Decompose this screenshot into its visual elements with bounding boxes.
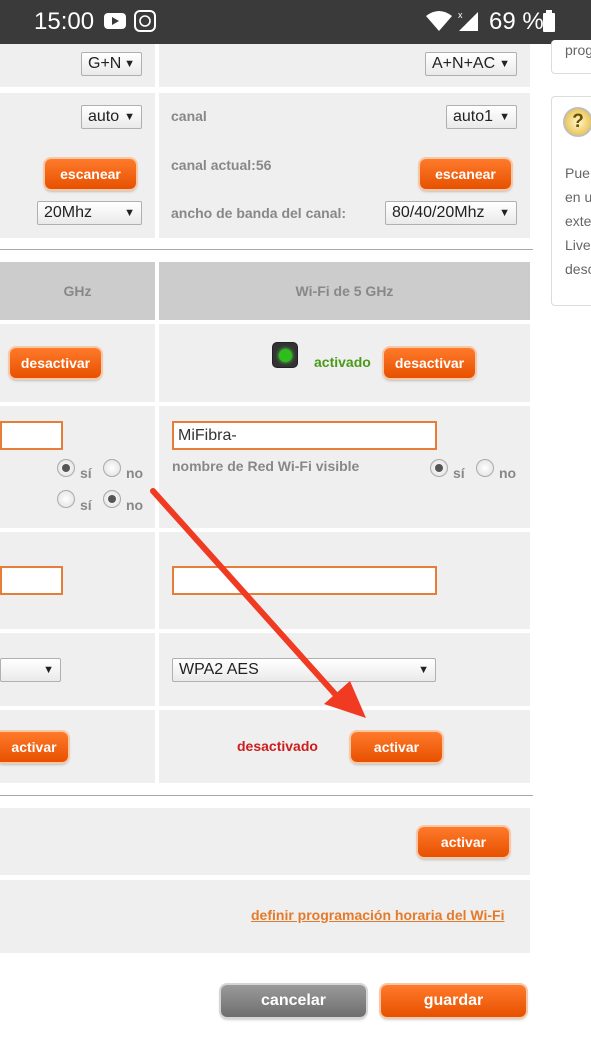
dropdown-arrow-icon: ▼ xyxy=(418,664,429,676)
no-label: no xyxy=(499,465,517,481)
bandwidth-24-select[interactable]: 20Mhz ▼ xyxy=(37,201,142,225)
section-divider xyxy=(0,249,533,250)
battery-percent: 69 % xyxy=(489,8,544,35)
no-label: no xyxy=(126,497,144,513)
bandwidth-5-value: 80/40/20Mhz xyxy=(392,204,485,221)
help-panel: ? Pue en u exte Live desc xyxy=(551,96,591,306)
header-24ghz: GHz xyxy=(0,262,155,320)
dropdown-arrow-icon: ▼ xyxy=(124,111,135,123)
visible-24-no-radio[interactable] xyxy=(103,459,121,477)
dropdown-arrow-icon: ▼ xyxy=(124,58,135,70)
scan-5-button[interactable]: escanear xyxy=(420,159,511,189)
help-text-line: desc xyxy=(565,261,591,277)
dropdown-arrow-icon: ▼ xyxy=(499,207,510,219)
password-5-input[interactable] xyxy=(172,566,437,595)
activate-5-button[interactable]: activar xyxy=(351,732,442,762)
visible-24-yes-radio[interactable] xyxy=(57,459,75,477)
status-bar: 15:00 x 69 % xyxy=(0,0,591,44)
mode-24-value: G+N xyxy=(88,55,122,72)
header-24ghz-label: GHz xyxy=(63,283,92,299)
channel-24-select[interactable]: auto ▼ xyxy=(81,105,142,129)
bandwidth-label: ancho de banda del canal: xyxy=(171,205,347,221)
current-channel-label: canal actual:56 xyxy=(171,157,272,173)
section-divider xyxy=(0,795,533,796)
wps-5-status: desactivado xyxy=(237,738,318,754)
youtube-icon xyxy=(104,13,126,29)
cancel-button[interactable]: cancelar xyxy=(221,985,366,1017)
bandwidth-24-value: 20Mhz xyxy=(44,204,93,221)
visible-5-no-radio[interactable] xyxy=(476,459,494,477)
wifi-icon xyxy=(426,11,452,31)
router-wifi-settings-page: G+N ▼ A+N+AC ▼ auto ▼ canal auto1 ▼ escanear… xyxy=(0,40,591,1060)
deactivate-5-button[interactable]: desactivar xyxy=(384,348,475,378)
battery-icon xyxy=(543,10,555,32)
visible-5-yes-radio[interactable] xyxy=(430,459,448,477)
signal-icon: x xyxy=(458,10,478,31)
channel-5-value: auto1 xyxy=(453,108,494,125)
help-text-line: Live xyxy=(565,237,591,253)
yes-label: sí xyxy=(453,465,465,481)
help-icon[interactable]: ? xyxy=(563,107,591,137)
security-24-select[interactable]: ▼ xyxy=(0,658,61,682)
mode-5-value: A+N+AC xyxy=(432,55,496,72)
visible-network-label: nombre de Red Wi-Fi visible xyxy=(172,458,360,474)
ssid-5-input[interactable]: MiFibra- xyxy=(172,421,437,450)
mode-24-select[interactable]: G+N ▼ xyxy=(81,52,142,76)
dropdown-arrow-icon: ▼ xyxy=(43,664,54,676)
side-panel-top: prog xyxy=(551,40,591,74)
side-top-text: prog xyxy=(565,42,591,58)
password-24-input[interactable] xyxy=(0,566,63,595)
activate-schedule-button[interactable]: activar xyxy=(418,827,509,857)
option-24-no-radio[interactable] xyxy=(103,490,121,508)
channel-5-select[interactable]: auto1 ▼ xyxy=(446,105,517,129)
status-time: 15:00 xyxy=(34,8,95,35)
help-text-line: exte xyxy=(565,213,591,229)
yes-label: sí xyxy=(80,497,92,513)
mode-5-select[interactable]: A+N+AC ▼ xyxy=(425,52,517,76)
ssid-5-value: MiFibra- xyxy=(178,427,237,444)
yes-label: sí xyxy=(80,465,92,481)
option-24-yes-radio[interactable] xyxy=(57,490,75,508)
status-5-text: activado xyxy=(314,354,371,370)
ssid-24-input[interactable] xyxy=(0,421,63,450)
dropdown-arrow-icon: ▼ xyxy=(499,111,510,123)
no-label: no xyxy=(126,465,144,481)
dropdown-arrow-icon: ▼ xyxy=(499,58,510,70)
help-text-line: Pue xyxy=(565,165,590,181)
bandwidth-5-select[interactable]: 80/40/20Mhz ▼ xyxy=(385,201,517,225)
header-5ghz: Wi-Fi de 5 GHz xyxy=(159,262,530,320)
schedule-link[interactable]: definir programación horaria del Wi-Fi xyxy=(251,907,504,923)
deactivate-24-button[interactable]: desactivar xyxy=(10,348,101,378)
security-5-select[interactable]: WPA2 AES ▼ xyxy=(172,658,436,682)
activate-24-button[interactable]: activar xyxy=(0,732,68,762)
wps-5-cell xyxy=(159,710,530,783)
dropdown-arrow-icon: ▼ xyxy=(124,207,135,219)
save-button[interactable]: guardar xyxy=(381,985,526,1017)
channel-label: canal xyxy=(171,108,207,124)
header-5ghz-label: Wi-Fi de 5 GHz xyxy=(295,283,394,299)
help-text-line: en u xyxy=(565,189,591,205)
channel-24-value: auto xyxy=(88,108,120,125)
security-5-value: WPA2 AES xyxy=(179,661,259,678)
svg-text:x: x xyxy=(458,10,463,20)
status-led-icon xyxy=(272,342,298,368)
app-notification-icon xyxy=(134,10,156,32)
scan-24-button[interactable]: escanear xyxy=(45,159,136,189)
